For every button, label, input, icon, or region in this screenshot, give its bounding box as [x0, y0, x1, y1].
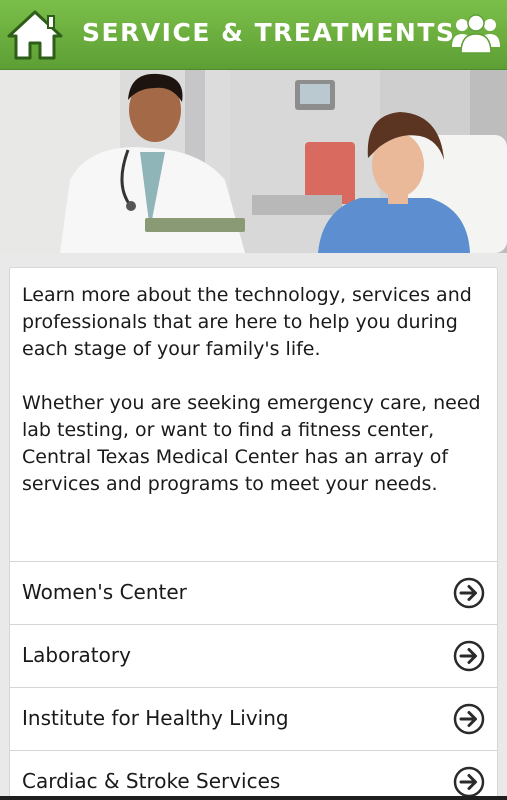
- arrow-right-circle-icon: [453, 577, 485, 609]
- list-item-label: Women's Center: [22, 580, 187, 604]
- intro-paragraph-1: Learn more about the technology, service…: [22, 284, 472, 360]
- list-item-institute-for-healthy-living[interactable]: Institute for Healthy Living: [10, 687, 497, 750]
- services-list: Women's Center Laboratory Institute for …: [10, 561, 497, 799]
- page-title: SERVICE & TREATMENTS: [82, 18, 456, 47]
- doctor-patient-photo: [0, 70, 507, 253]
- community-button[interactable]: [451, 13, 501, 55]
- arrow-right-circle-icon: [453, 703, 485, 735]
- arrow-right-circle-icon: [453, 640, 485, 672]
- list-item-label: Institute for Healthy Living: [22, 706, 289, 730]
- intro-paragraph-2: Whether you are seeking emergency care, …: [22, 392, 481, 495]
- list-item-label: Laboratory: [22, 643, 131, 667]
- arrow-right-circle-icon: [453, 766, 485, 798]
- home-icon: [7, 10, 63, 60]
- home-button[interactable]: [6, 8, 64, 62]
- people-icon: [452, 14, 500, 54]
- intro-text: Learn more about the technology, service…: [10, 268, 497, 561]
- app-header: SERVICE & TREATMENTS: [0, 0, 507, 70]
- list-item-label: Cardiac & Stroke Services: [22, 769, 281, 793]
- list-item-cardiac-stroke-services[interactable]: Cardiac & Stroke Services: [10, 750, 497, 799]
- list-item-laboratory[interactable]: Laboratory: [10, 624, 497, 687]
- bottom-bar: [0, 796, 507, 800]
- hero-image: [0, 70, 507, 253]
- content-card: Learn more about the technology, service…: [9, 267, 498, 800]
- list-item-womens-center[interactable]: Women's Center: [10, 561, 497, 624]
